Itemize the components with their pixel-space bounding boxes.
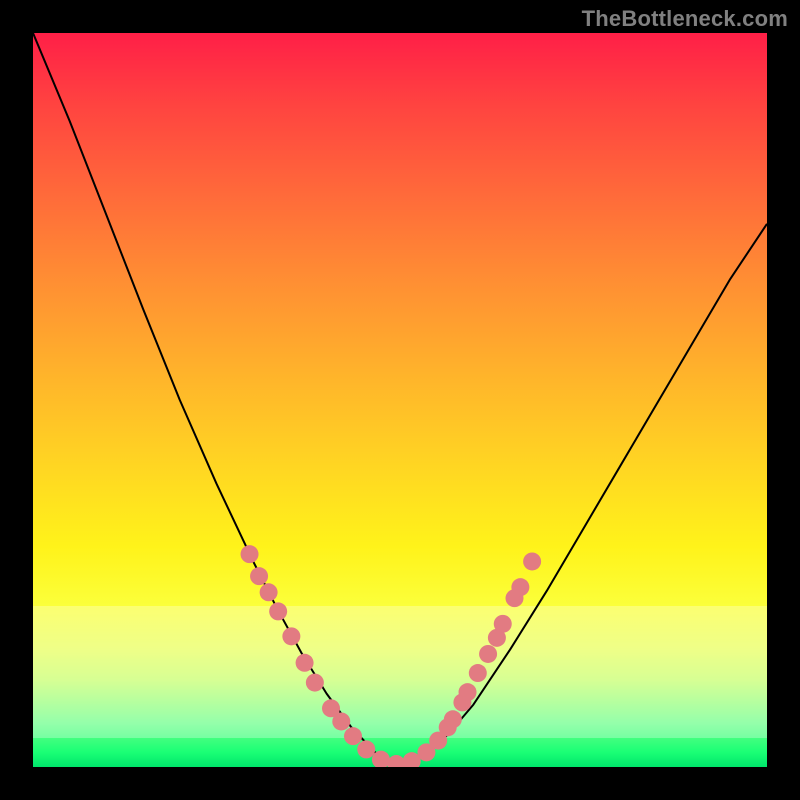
curve-dot bbox=[523, 552, 541, 570]
curve-dot bbox=[494, 615, 512, 633]
curve-dot bbox=[511, 578, 529, 596]
curve-layer bbox=[33, 33, 767, 767]
curve-dot bbox=[241, 545, 259, 563]
curve-dot bbox=[306, 674, 324, 692]
curve-dots-group bbox=[241, 545, 542, 767]
curve-dot bbox=[344, 727, 362, 745]
curve-dot bbox=[269, 602, 287, 620]
curve-dot bbox=[250, 567, 268, 585]
curve-dot bbox=[260, 583, 278, 601]
curve-dot bbox=[459, 683, 477, 701]
curve-dot bbox=[387, 755, 405, 767]
curve-dot bbox=[357, 740, 375, 758]
curve-dot bbox=[296, 654, 314, 672]
curve-dot bbox=[444, 710, 462, 728]
watermark-text: TheBottleneck.com bbox=[582, 6, 788, 32]
outer-frame: TheBottleneck.com bbox=[0, 0, 800, 800]
curve-dot bbox=[332, 712, 350, 730]
curve-dot bbox=[479, 645, 497, 663]
bottleneck-curve bbox=[33, 33, 767, 767]
curve-dot bbox=[282, 627, 300, 645]
plot-area bbox=[33, 33, 767, 767]
curve-dot bbox=[469, 664, 487, 682]
